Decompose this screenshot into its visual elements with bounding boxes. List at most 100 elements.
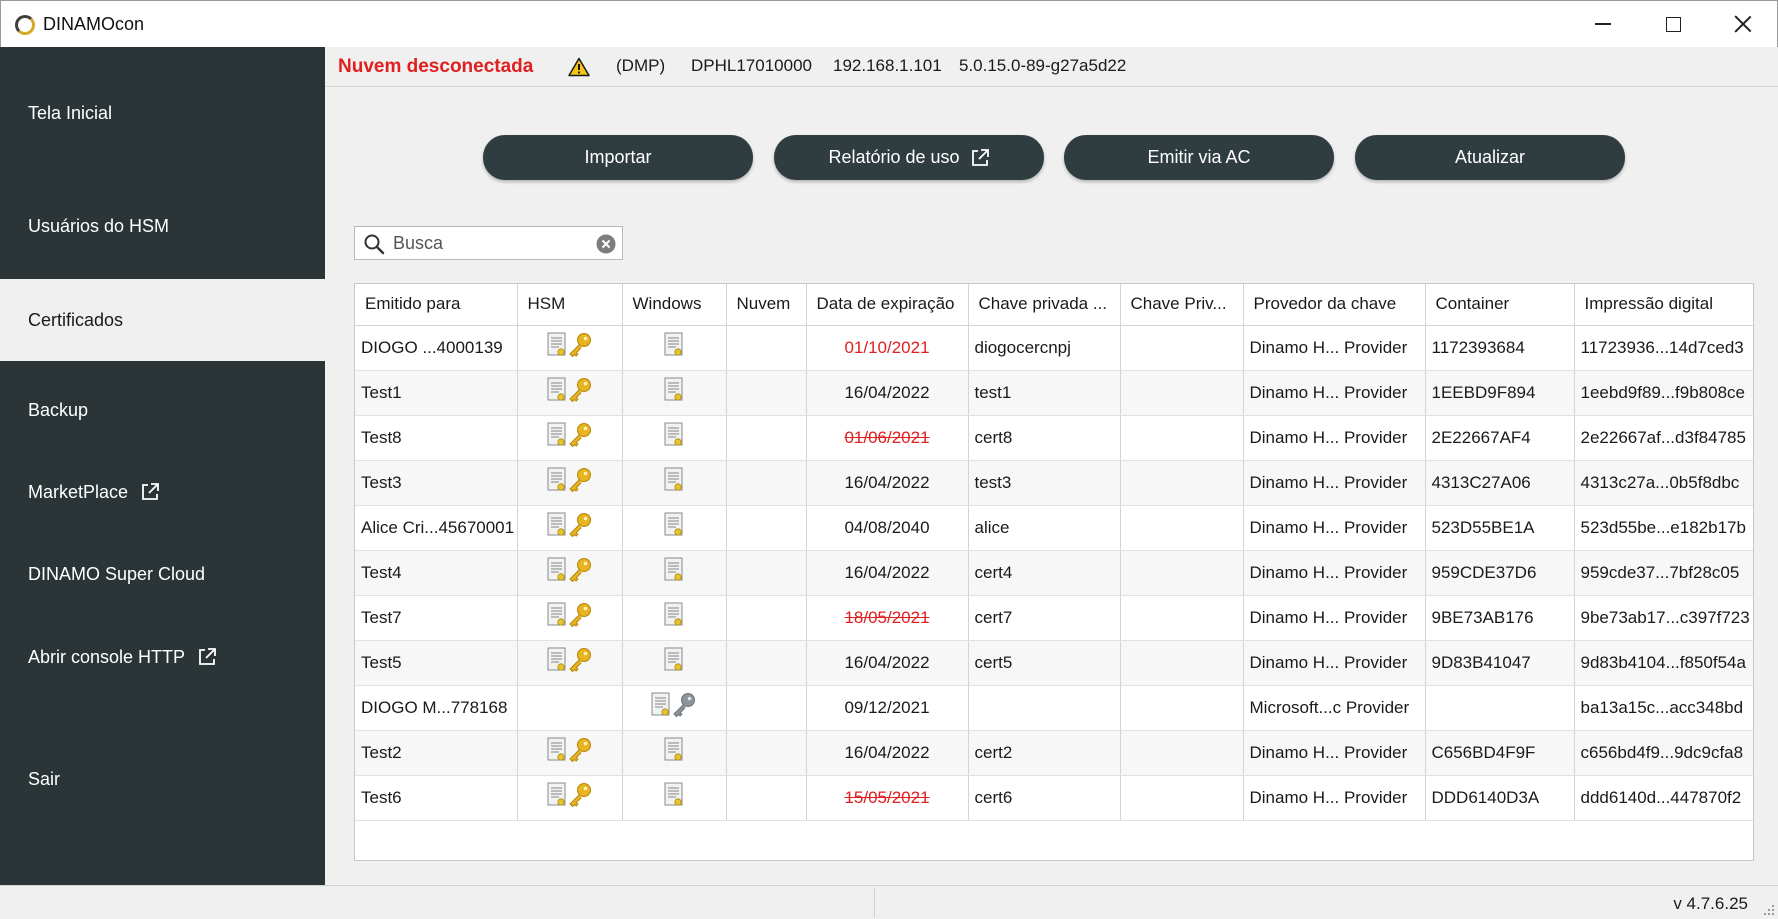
column-header-windows[interactable]: Windows bbox=[622, 284, 727, 326]
cell-expiry-date: 16/04/2022 bbox=[806, 730, 969, 776]
usage-report-button[interactable]: Relatório de uso bbox=[774, 135, 1044, 180]
minimize-button[interactable] bbox=[1568, 1, 1638, 47]
column-header-issued-to[interactable]: Emitido para bbox=[355, 284, 518, 326]
cell-private-key-2 bbox=[1120, 370, 1244, 416]
cell-private-key: alice bbox=[968, 505, 1121, 551]
maximize-button[interactable] bbox=[1638, 1, 1708, 47]
search-icon bbox=[364, 234, 385, 255]
cell-thumbprint: 523d55be...e182b17b bbox=[1574, 505, 1753, 551]
table-row[interactable]: Test1 16/04/2022 test1 Dinamo H... Provider… bbox=[355, 370, 1753, 416]
cell-thumbprint: 2e22667af...d3f84785 bbox=[1574, 415, 1753, 461]
certificate-document-icon bbox=[547, 422, 567, 453]
cell-windows bbox=[622, 550, 727, 596]
cell-issued-to: DIOGO M...778168 bbox=[355, 685, 518, 731]
cell-key-provider: Dinamo H... Provider bbox=[1243, 415, 1426, 461]
sidebar-item-marketplace[interactable]: MarketPlace bbox=[0, 457, 325, 527]
hsm-serial: DPHL17010000 bbox=[691, 56, 812, 75]
resize-grip-icon[interactable] bbox=[1763, 904, 1775, 916]
search-input[interactable] bbox=[393, 231, 583, 255]
key-icon bbox=[567, 332, 593, 363]
clear-search-icon[interactable] bbox=[596, 234, 616, 254]
window-title: DINAMOcon bbox=[43, 14, 145, 34]
refresh-button[interactable]: Atualizar bbox=[1355, 135, 1625, 180]
cell-hsm bbox=[517, 325, 623, 371]
certificate-document-icon bbox=[664, 647, 684, 678]
cell-thumbprint: 959cde37...7bf28c05 bbox=[1574, 550, 1753, 596]
column-header-thumbprint[interactable]: Impressão digital bbox=[1574, 284, 1753, 326]
column-header-expiry-date[interactable]: Data de expiração bbox=[806, 284, 969, 326]
cell-thumbprint: 11723936...14d7ced3 bbox=[1574, 325, 1753, 371]
column-header-key-provider[interactable]: Provedor da chave bbox=[1243, 284, 1426, 326]
cell-hsm bbox=[517, 505, 623, 551]
table-row[interactable]: Test6 15/05/2021 cert6 Dinamo H... Provider… bbox=[355, 775, 1753, 821]
cell-private-key-2 bbox=[1120, 505, 1244, 551]
cell-container: 9D83B41047 bbox=[1425, 640, 1575, 686]
cell-expiry-date: 16/04/2022 bbox=[806, 550, 969, 596]
table-row[interactable]: DIOGO ...4000139 01/10/2021 diogocercnpj Di… bbox=[355, 325, 1753, 371]
cell-expiry-date: 16/04/2022 bbox=[806, 370, 969, 416]
cell-thumbprint: 1eebd9f89...f9b808ce bbox=[1574, 370, 1753, 416]
hsm-ip: 192.168.1.101 bbox=[833, 56, 942, 75]
column-header-container[interactable]: Container bbox=[1425, 284, 1575, 326]
external-link-icon bbox=[199, 648, 216, 665]
key-icon bbox=[567, 782, 593, 813]
import-button[interactable]: Importar bbox=[483, 135, 753, 180]
cell-private-key: cert2 bbox=[968, 730, 1121, 776]
key-icon bbox=[567, 737, 593, 768]
table-row[interactable]: Test8 01/06/2021 cert8 Dinamo H... Provider… bbox=[355, 415, 1753, 461]
table-row[interactable]: Test2 16/04/2022 cert2 Dinamo H... Provider… bbox=[355, 730, 1753, 776]
column-header-private-key-2[interactable]: Chave Priv... bbox=[1120, 284, 1244, 326]
dinamo-logo-icon bbox=[15, 15, 35, 35]
column-header-private-key[interactable]: Chave privada ... bbox=[968, 284, 1121, 326]
cell-key-provider: Dinamo H... Provider bbox=[1243, 460, 1426, 506]
issue-via-ca-button[interactable]: Emitir via AC bbox=[1064, 135, 1334, 180]
table-row[interactable]: Test5 16/04/2022 cert5 Dinamo H... Provider… bbox=[355, 640, 1753, 686]
cell-container: 523D55BE1A bbox=[1425, 505, 1575, 551]
cell-private-key: test3 bbox=[968, 460, 1121, 506]
cell-issued-to: Test8 bbox=[355, 415, 518, 461]
cell-windows bbox=[622, 730, 727, 776]
close-button[interactable] bbox=[1708, 1, 1778, 47]
sidebar-item-usuarios-hsm[interactable]: Usuários do HSM bbox=[0, 182, 325, 270]
key-icon bbox=[567, 377, 593, 408]
cell-expiry-date: 16/04/2022 bbox=[806, 460, 969, 506]
cell-key-provider: Dinamo H... Provider bbox=[1243, 775, 1426, 821]
table-header-row: Emitido para HSM Windows Nuvem Data de expir… bbox=[355, 284, 1753, 326]
table-row[interactable]: DIOGO M...778168 09/12/2021 Microsoft...c … bbox=[355, 685, 1753, 731]
cell-thumbprint: 4313c27a...0b5f8dbc bbox=[1574, 460, 1753, 506]
cell-private-key: cert7 bbox=[968, 595, 1121, 641]
table-row[interactable]: Alice Cri...45670001 04/08/2040 alice Dinam… bbox=[355, 505, 1753, 551]
sidebar-item-tela-inicial[interactable]: Tela Inicial bbox=[0, 76, 325, 150]
sidebar-item-label: Usuários do HSM bbox=[28, 215, 170, 236]
cell-hsm bbox=[517, 460, 623, 506]
sidebar-item-backup[interactable]: Backup bbox=[0, 375, 325, 445]
sidebar-item-super-cloud[interactable]: DINAMO Super Cloud bbox=[0, 539, 325, 609]
key-icon bbox=[567, 512, 593, 543]
cell-cloud bbox=[726, 325, 807, 371]
sidebar-item-console-http[interactable]: Abrir console HTTP bbox=[0, 622, 325, 692]
search-box bbox=[354, 226, 623, 260]
certificate-document-icon bbox=[664, 512, 684, 543]
certificate-document-icon bbox=[664, 602, 684, 633]
key-icon bbox=[567, 602, 593, 633]
cell-cloud bbox=[726, 415, 807, 461]
cell-container: 1172393684 bbox=[1425, 325, 1575, 371]
table-row[interactable]: Test7 18/05/2021 cert7 Dinamo H... Provider… bbox=[355, 595, 1753, 641]
import-button-label: Importar bbox=[584, 147, 652, 167]
column-header-cloud[interactable]: Nuvem bbox=[726, 284, 807, 326]
sidebar-item-sair[interactable]: Sair bbox=[0, 744, 325, 814]
cell-container: 4313C27A06 bbox=[1425, 460, 1575, 506]
table-row[interactable]: Test3 16/04/2022 test3 Dinamo H... Provider… bbox=[355, 460, 1753, 506]
certificate-document-icon bbox=[651, 692, 671, 723]
table-row[interactable]: Test4 16/04/2022 cert4 Dinamo H... Provider… bbox=[355, 550, 1753, 596]
sidebar: Tela Inicial Usuários do HSM Certificado… bbox=[0, 47, 325, 885]
certificate-document-icon bbox=[664, 782, 684, 813]
cell-expiry-date: 09/12/2021 bbox=[806, 685, 969, 731]
certificate-document-icon bbox=[547, 377, 567, 408]
status-footer: v 4.7.6.25 bbox=[0, 885, 1778, 919]
sidebar-item-certificados[interactable]: Certificados bbox=[0, 279, 325, 361]
certificate-document-icon bbox=[547, 512, 567, 543]
cell-issued-to: Test1 bbox=[355, 370, 518, 416]
cell-windows bbox=[622, 370, 727, 416]
column-header-hsm[interactable]: HSM bbox=[517, 284, 623, 326]
